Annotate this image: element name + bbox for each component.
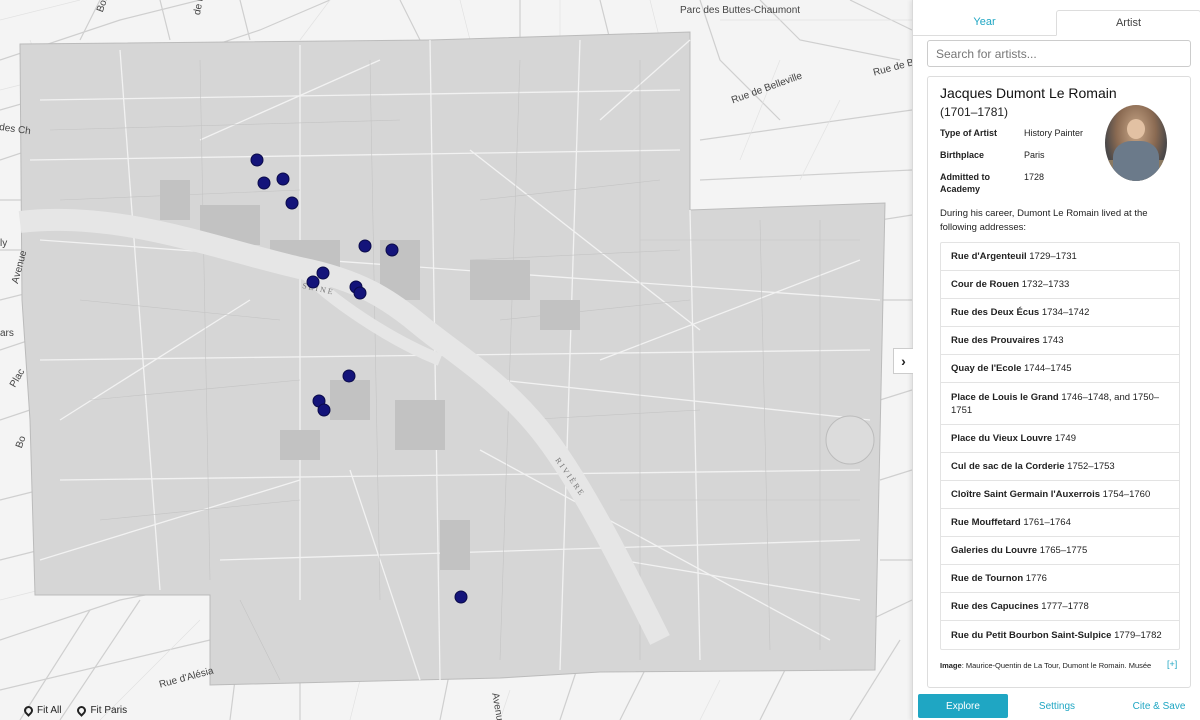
address-item[interactable]: Cloître Saint Germain l'Auxerrois 1754–1…: [941, 481, 1179, 509]
address-years: 1729–1731: [1029, 251, 1077, 262]
residence-marker-2[interactable]: [257, 176, 271, 190]
location-pin-icon: [75, 704, 89, 717]
address-years: 1761–1764: [1023, 517, 1071, 528]
type-label: Type of Artist: [940, 128, 998, 138]
address-years: 1732–1733: [1021, 279, 1070, 290]
address-item[interactable]: Rue des Prouvaires 1743: [941, 327, 1179, 355]
address-name: Rue des Prouvaires: [951, 335, 1040, 346]
fit-all-label: Fit All: [37, 705, 62, 716]
residence-marker-3[interactable]: [276, 172, 290, 186]
address-name: Rue des Deux Écus: [951, 307, 1040, 318]
cite-save-button[interactable]: Cite & Save: [1125, 694, 1193, 718]
artist-portrait: [1105, 105, 1167, 181]
address-name: Rue de Tournon: [951, 573, 1024, 584]
sidebar-panel: Year Artist Jacques Dumont Le Romain (17…: [912, 0, 1200, 720]
street-label: Parc des Buttes-Chaumont: [680, 5, 801, 16]
address-years: 1743: [1042, 335, 1064, 346]
fit-paris-label: Fit Paris: [90, 705, 128, 716]
map-view[interactable]: SEINE RIVIÈRE Boulevard Malesde RomeParc…: [0, 0, 912, 720]
residence-marker-5[interactable]: [358, 239, 372, 253]
address-item[interactable]: Cour de Rouen 1732–1733: [941, 271, 1179, 299]
residence-marker-11[interactable]: [342, 369, 356, 383]
address-item[interactable]: Cul de sac de la Corderie 1752–1753: [941, 453, 1179, 481]
address-years: 1749: [1054, 433, 1076, 444]
tab-year[interactable]: Year: [913, 10, 1056, 35]
birthplace-value: Paris: [1024, 150, 1045, 160]
settings-button[interactable]: Settings: [1031, 694, 1083, 718]
residence-marker-4[interactable]: [285, 196, 299, 210]
address-years: 1754–1760: [1102, 489, 1151, 500]
collapse-sidebar-button[interactable]: ›: [893, 348, 913, 374]
tab-bar: Year Artist: [913, 10, 1200, 36]
address-item[interactable]: Rue d'Argenteuil 1729–1731: [941, 243, 1179, 271]
address-item[interactable]: Galeries du Louvre 1765–1775: [941, 537, 1179, 565]
credit-text: : Maurice-Quentin de La Tour, Dumont le …: [961, 661, 1152, 670]
tab-artist[interactable]: Artist: [1056, 10, 1200, 36]
admitted-label: Admitted to Academy: [940, 172, 990, 194]
address-name: Quay de l'Ecole: [951, 363, 1022, 374]
chevron-right-icon: ›: [901, 353, 906, 369]
residence-marker-10[interactable]: [353, 286, 367, 300]
location-pin-icon: [22, 704, 35, 717]
image-credit: Image: Maurice-Quentin de La Tour, Dumon…: [940, 661, 1180, 670]
map-controls: Fit All Fit Paris: [22, 704, 128, 717]
address-years: 1744–1745: [1024, 363, 1072, 374]
credit-label: Image: [940, 661, 962, 670]
address-name: Place de Louis le Grand: [951, 391, 1059, 403]
fit-all-button[interactable]: Fit All: [22, 704, 62, 717]
address-years: 1765–1775: [1039, 545, 1088, 556]
artist-search-input[interactable]: [927, 40, 1191, 67]
address-item[interactable]: Place de Louis le Grand 1746–1748, and 1…: [941, 383, 1179, 425]
address-item[interactable]: Quay de l'Ecole 1744–1745: [941, 355, 1179, 383]
address-years: 1777–1778: [1041, 601, 1089, 612]
credit-expand-button[interactable]: [+]: [1167, 659, 1177, 669]
address-years: 1752–1753: [1067, 461, 1115, 472]
admitted-value: 1728: [1024, 172, 1045, 182]
address-item[interactable]: Rue du Petit Bourbon Saint-Sulpice 1779–…: [941, 621, 1179, 649]
residence-marker-13[interactable]: [317, 403, 331, 417]
address-item[interactable]: Rue des Deux Écus 1734–1742: [941, 299, 1179, 327]
residence-marker-6[interactable]: [385, 243, 399, 257]
address-name: Rue d'Argenteuil: [951, 251, 1027, 262]
artist-name: Jacques Dumont Le Romain: [940, 85, 1117, 101]
explore-button[interactable]: Explore: [918, 694, 1008, 718]
address-name: Galeries du Louvre: [951, 545, 1038, 556]
address-item[interactable]: Rue de Tournon 1776: [941, 565, 1179, 593]
address-years: 1776: [1025, 573, 1047, 584]
street-label: ly: [0, 238, 8, 249]
address-item[interactable]: Place du Vieux Louvre 1749: [941, 425, 1179, 453]
birthplace-label: Birthplace: [940, 150, 985, 160]
address-name: Rue Mouffetard: [951, 517, 1021, 528]
address-years: 1734–1742: [1041, 307, 1090, 318]
address-name: Cloître Saint Germain l'Auxerrois: [951, 489, 1101, 500]
address-list: Rue d'Argenteuil 1729–1731 Cour de Rouen …: [940, 242, 1180, 650]
bottom-bar: Explore Settings Cite & Save: [913, 694, 1200, 718]
address-name: Place du Vieux Louvre: [951, 433, 1053, 444]
artist-card: Jacques Dumont Le Romain (1701–1781) Typ…: [927, 76, 1191, 688]
residence-marker-1[interactable]: [250, 153, 264, 167]
address-name: Cour de Rouen: [951, 279, 1020, 290]
address-years: 1779–1782: [1114, 629, 1162, 641]
residence-marker-14[interactable]: [454, 590, 468, 604]
artist-dates: (1701–1781): [940, 105, 1009, 119]
address-name: Cul de sac de la Corderie: [951, 461, 1065, 472]
address-name: Rue des Capucines: [951, 601, 1039, 612]
address-name: Rue du Petit Bourbon Saint-Sulpice: [951, 629, 1112, 641]
fit-paris-button[interactable]: Fit Paris: [75, 704, 128, 717]
addresses-intro: During his career, Dumont Le Romain live…: [940, 208, 1148, 233]
residence-marker-8[interactable]: [306, 275, 320, 289]
address-item[interactable]: Rue Mouffetard 1761–1764: [941, 509, 1179, 537]
address-item[interactable]: Rue des Capucines 1777–1778: [941, 593, 1179, 621]
street-label: ars: [0, 328, 14, 339]
type-value: History Painter: [1024, 128, 1084, 138]
street-map-base: SEINE RIVIÈRE: [0, 0, 912, 720]
